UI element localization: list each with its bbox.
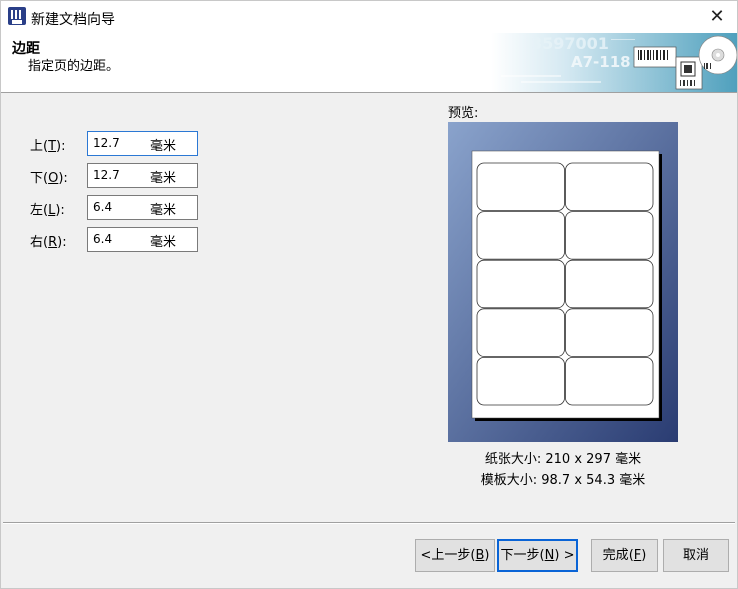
window-title: 新建文档向导 <box>31 12 115 28</box>
finish-button[interactable]: 完成(F) <box>591 539 658 572</box>
label-cell <box>476 162 565 211</box>
label-cell <box>476 308 565 357</box>
bottom-margin-unit: 毫米 <box>150 171 177 186</box>
close-icon[interactable]: ✕ <box>697 1 737 33</box>
header-banner-image: 3597001 A7-118 <box>491 33 737 92</box>
label-cell <box>476 356 565 406</box>
label-cell <box>565 259 654 309</box>
right-margin-unit: 毫米 <box>150 235 177 250</box>
footer-divider <box>3 522 735 524</box>
bottom-margin-label: 下(O): <box>30 171 68 186</box>
bottom-margin-input[interactable]: 12.7 毫米 <box>87 163 198 188</box>
template-size-text: 模板大小: 98.7 x 54.3 毫米 <box>480 473 646 488</box>
back-button[interactable]: <上一步(B) <box>415 539 495 572</box>
wizard-header: 边距 指定页的边距。 3597001 A7-118 <box>1 33 737 93</box>
title-bar: 新建文档向导 ✕ <box>1 1 737 33</box>
top-margin-value: 12.7 <box>93 136 120 150</box>
left-margin-unit: 毫米 <box>150 203 177 218</box>
top-margin-input[interactable]: 12.7 毫米 <box>87 131 198 156</box>
app-icon <box>8 7 26 25</box>
paper-size-text: 纸张大小: 210 x 297 毫米 <box>484 452 642 467</box>
banner-number-text: 3597001 <box>531 34 609 53</box>
label-cell <box>476 259 565 309</box>
label-cell <box>565 211 654 260</box>
preview-label: 预览: <box>448 106 479 121</box>
label-cell <box>565 356 654 406</box>
banner-code-text: A7-118 <box>571 53 631 71</box>
right-margin-input[interactable]: 6.4 毫米 <box>87 227 198 252</box>
cancel-button[interactable]: 取消 <box>663 539 729 572</box>
next-button[interactable]: 下一步(N) > <box>497 539 578 572</box>
label-cell <box>476 211 565 260</box>
left-margin-input[interactable]: 6.4 毫米 <box>87 195 198 220</box>
top-margin-unit: 毫米 <box>150 139 177 154</box>
left-margin-value: 6.4 <box>93 200 113 214</box>
page-subtitle: 指定页的边距。 <box>28 59 120 74</box>
label-preview <box>448 122 678 442</box>
top-margin-label: 上(T): <box>30 139 66 154</box>
label-cell <box>565 308 654 357</box>
bottom-margin-value: 12.7 <box>93 168 120 182</box>
right-margin-value: 6.4 <box>93 232 113 246</box>
wizard-window: 新建文档向导 ✕ 边距 指定页的边距。 3597001 A7-118 上(T):… <box>0 0 738 589</box>
label-cell <box>565 162 654 211</box>
left-margin-label: 左(L): <box>30 203 65 218</box>
right-margin-label: 右(R): <box>30 235 67 250</box>
